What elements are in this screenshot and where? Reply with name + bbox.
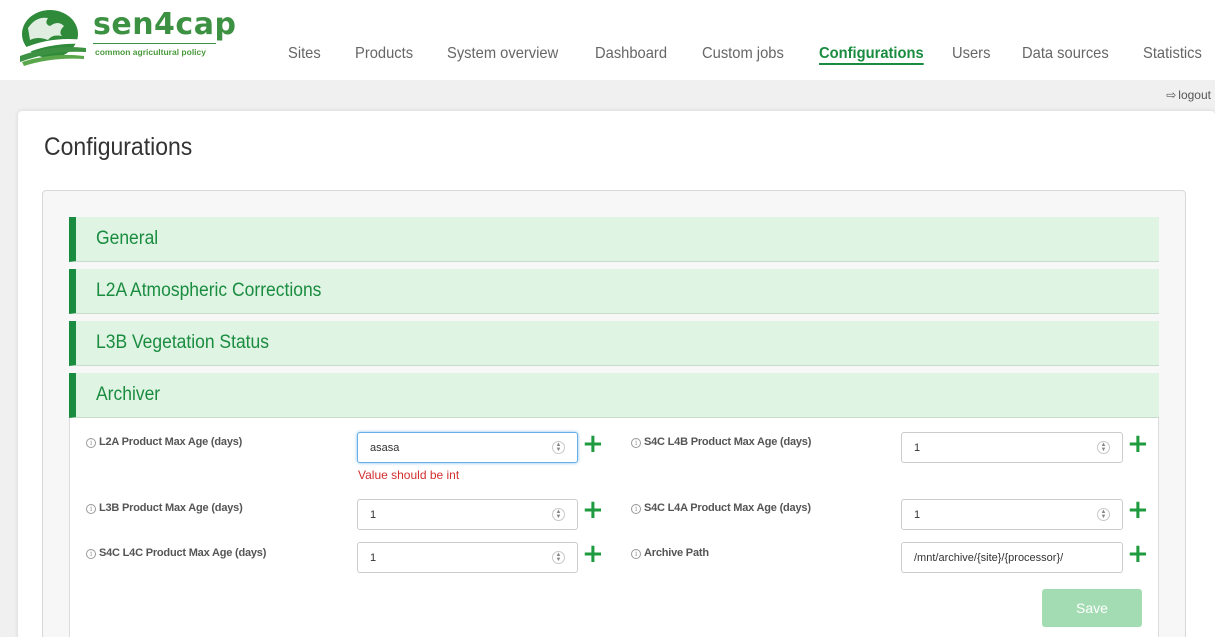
main-nav: Sites Products System overview Dashboard… <box>0 45 1215 75</box>
nav-item-configurations[interactable]: Configurations <box>819 45 924 63</box>
logout-label: logout <box>1178 88 1211 102</box>
s4c-l4c-max-age-input[interactable]: 1 ▲ ▼ <box>357 542 578 573</box>
s4c-l4a-max-age-input[interactable]: 1 ▲ ▼ <box>901 499 1123 530</box>
section-l2a-atmospheric-corrections[interactable]: L2A Atmospheric Corrections <box>69 269 1159 314</box>
add-s4c-l4c-max-age-plus-icon[interactable]: + <box>582 541 604 567</box>
section-title: L3B Vegetation Status <box>96 332 270 353</box>
add-s4c-l4b-max-age-plus-icon[interactable]: + <box>1127 431 1149 457</box>
l2a-max-age-input[interactable]: asasa ▲ ▼ <box>357 432 578 463</box>
save-button[interactable]: Save <box>1042 589 1142 627</box>
app-header: sen4cap common agricultural policy Sites… <box>0 0 1215 80</box>
l2a-max-age-error: Value should be int <box>358 468 460 482</box>
nav-item-users[interactable]: Users <box>952 45 990 63</box>
section-title: L2A Atmospheric Corrections <box>96 280 322 301</box>
section-title: Archiver <box>96 384 161 405</box>
spinner-icon[interactable]: ▲ ▼ <box>1097 508 1110 521</box>
logout-link[interactable]: ⇨ logout <box>1166 88 1211 102</box>
field-label-l2a-max-age: i L2A Product Max Age (days) <box>86 436 242 448</box>
nav-item-products[interactable]: Products <box>355 45 413 63</box>
info-icon[interactable]: i <box>86 549 96 559</box>
brand-name: sen4cap <box>93 7 237 42</box>
field-label-s4c-l4b-max-age: i S4C L4B Product Max Age (days) <box>631 436 811 448</box>
nav-item-sites[interactable]: Sites <box>288 45 321 63</box>
add-l2a-max-age-plus-icon[interactable]: + <box>582 431 604 457</box>
archive-path-input[interactable]: /mnt/archive/{site}/{processor}/ <box>901 542 1123 573</box>
info-icon[interactable]: i <box>86 438 96 448</box>
section-archiver[interactable]: Archiver <box>69 373 1159 418</box>
info-icon[interactable]: i <box>631 438 641 448</box>
l3b-max-age-input[interactable]: 1 ▲ ▼ <box>357 499 578 530</box>
field-label-s4c-l4c-max-age: i S4C L4C Product Max Age (days) <box>86 547 266 559</box>
add-l3b-max-age-plus-icon[interactable]: + <box>582 497 604 523</box>
nav-item-system-overview[interactable]: System overview <box>447 45 558 63</box>
field-label-archive-path: i Archive Path <box>631 547 709 559</box>
section-l3b-vegetation-status[interactable]: L3B Vegetation Status <box>69 321 1159 366</box>
brand-divider <box>93 43 216 44</box>
page-title: Configurations <box>44 133 193 161</box>
spinner-icon[interactable]: ▲ ▼ <box>552 441 565 454</box>
s4c-l4b-max-age-input[interactable]: 1 ▲ ▼ <box>901 432 1123 463</box>
nav-item-custom-jobs[interactable]: Custom jobs <box>702 45 784 63</box>
info-icon[interactable]: i <box>631 549 641 559</box>
spinner-icon[interactable]: ▲ ▼ <box>552 551 565 564</box>
nav-item-data-sources[interactable]: Data sources <box>1022 45 1109 63</box>
nav-item-dashboard[interactable]: Dashboard <box>595 45 667 63</box>
section-title: General <box>96 228 159 249</box>
spinner-icon[interactable]: ▲ ▼ <box>552 508 565 521</box>
logout-icon: ⇨ <box>1166 88 1177 102</box>
field-label-s4c-l4a-max-age: i S4C L4A Product Max Age (days) <box>631 502 811 514</box>
field-label-l3b-max-age: i L3B Product Max Age (days) <box>86 502 243 514</box>
info-icon[interactable]: i <box>86 504 96 514</box>
add-s4c-l4a-max-age-plus-icon[interactable]: + <box>1127 497 1149 523</box>
nav-item-statistics[interactable]: Statistics <box>1143 45 1202 63</box>
add-archive-path-plus-icon[interactable]: + <box>1127 541 1149 567</box>
info-icon[interactable]: i <box>631 504 641 514</box>
spinner-icon[interactable]: ▲ ▼ <box>1097 441 1110 454</box>
section-general[interactable]: General <box>69 217 1159 262</box>
